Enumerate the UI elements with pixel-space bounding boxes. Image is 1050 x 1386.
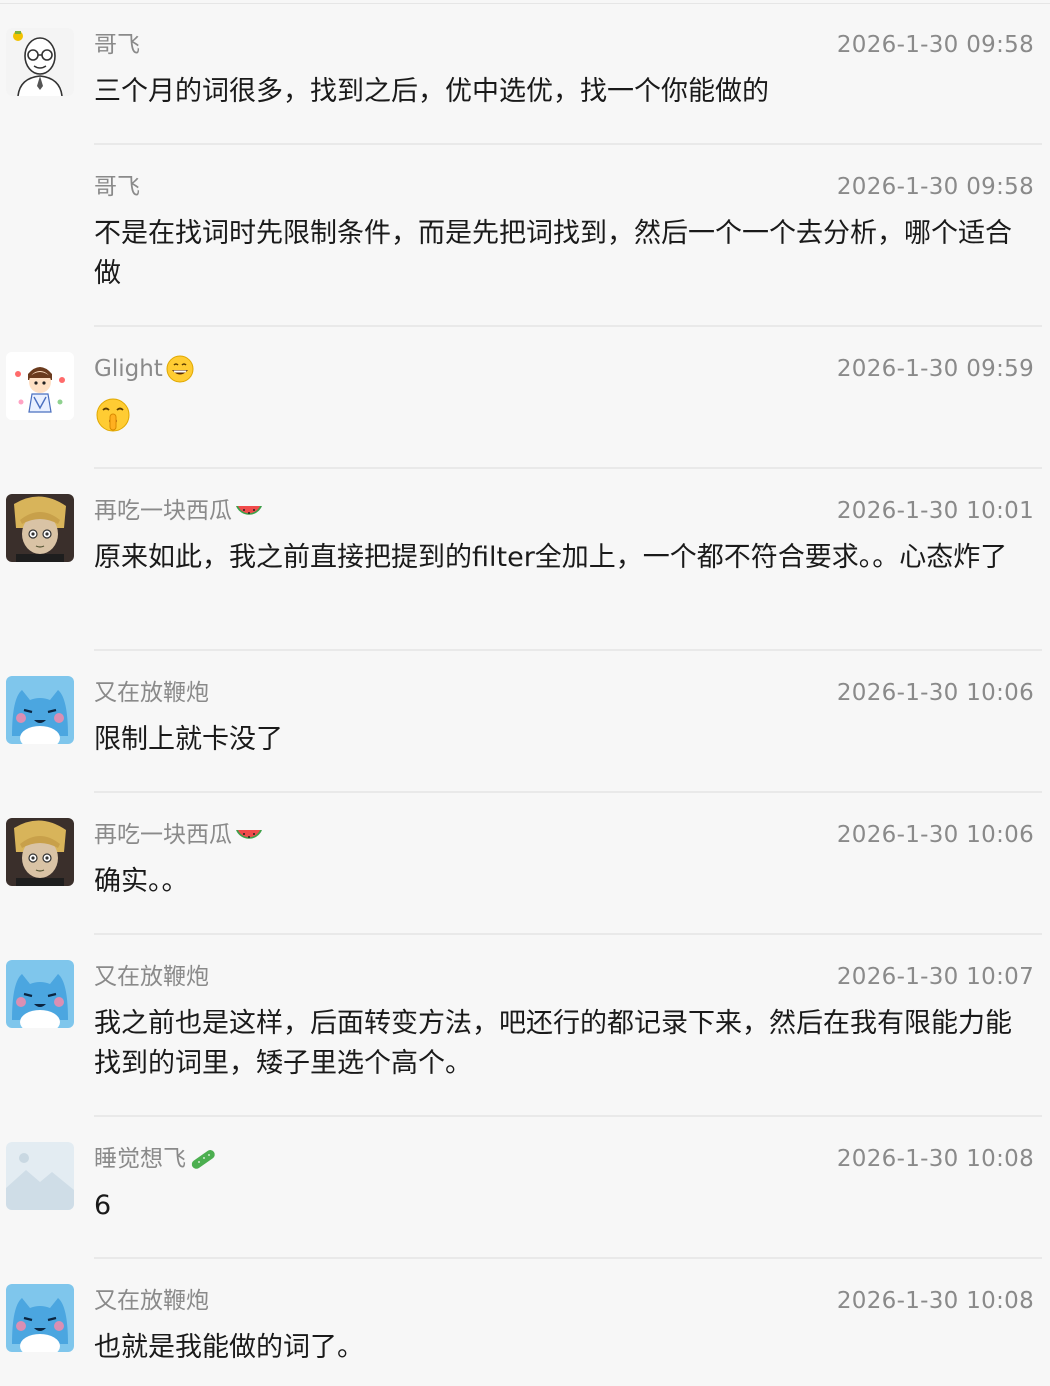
avatar[interactable] (6, 28, 74, 96)
message-divider (94, 933, 1042, 935)
message-text[interactable]: 不是在找词时先限制条件，而是先把词找到，然后一个一个去分析，哪个适合做 (94, 214, 1029, 294)
sender-name[interactable]: 睡觉想飞 (94, 1144, 218, 1174)
sender-name[interactable]: 再吃一块西瓜 (94, 820, 264, 850)
message-text[interactable]: 我之前也是这样，后面转变方法，吧还行的都记录下来，然后在我有限能力能找到的词里，… (94, 1004, 1029, 1084)
message-time: 2026-1-30 10:08 (836, 1288, 1034, 1314)
shushing-face-emoji-icon[interactable] (94, 396, 132, 434)
sender-name[interactable]: 哥飞 (94, 172, 140, 202)
message-text[interactable]: 也就是我能做的词了。 (94, 1328, 1029, 1368)
chat-message: 又在放鞭炮 2026-1-30 10:06 限制上就卡没了 (0, 676, 1050, 786)
watermelon-emoji-icon (236, 506, 262, 515)
message-text[interactable]: 确实。。 (94, 862, 1029, 902)
sender-name[interactable]: 再吃一块西瓜 (94, 496, 264, 526)
blue-cat-icon (6, 1284, 74, 1352)
message-text[interactable]: 6 (94, 1186, 1029, 1226)
blue-cat-icon (6, 676, 74, 744)
cartoon-boy-icon (6, 352, 74, 420)
anime-boy-icon (6, 494, 74, 562)
chat-message: 再吃一块西瓜 2026-1-30 10:06 确实。。 (0, 818, 1050, 928)
message-text[interactable]: 三个月的词很多，找到之后，优中选优，找一个你能做的 (94, 72, 1029, 112)
message-text[interactable]: 限制上就卡没了 (94, 720, 1029, 760)
chat-message: 哥飞 2026-1-30 09:58 三个月的词很多，找到之后，优中选优，找一个… (0, 28, 1050, 138)
message-divider (94, 325, 1042, 327)
sender-name[interactable]: 又在放鞭炮 (94, 962, 209, 992)
grinning-emoji-icon (166, 355, 194, 383)
message-divider (94, 467, 1042, 469)
message-divider (94, 791, 1042, 793)
chat-message: Glight 2026-1-30 09:59 (0, 352, 1050, 462)
message-divider (94, 1115, 1042, 1117)
message-time: 2026-1-30 09:58 (836, 32, 1034, 58)
avatar[interactable] (6, 960, 74, 1028)
chat-message: 睡觉想飞 2026-1-30 10:08 6 (0, 1142, 1050, 1252)
watermelon-emoji-icon (236, 830, 262, 839)
message-time: 2026-1-30 10:06 (836, 680, 1034, 706)
landscape-placeholder-icon (6, 1142, 74, 1210)
message-time: 2026-1-30 10:08 (836, 1146, 1034, 1172)
top-divider (0, 3, 1050, 4)
avatar[interactable] (6, 1142, 74, 1210)
message-text[interactable]: 原来如此，我之前直接把提到的filter全加上，一个都不符合要求。。心态炸了 (94, 538, 1029, 578)
chat-message: 又在放鞭炮 2026-1-30 10:07 我之前也是这样，后面转变方法，吧还行… (0, 960, 1050, 1110)
message-time: 2026-1-30 10:06 (836, 822, 1034, 848)
chat-message: 再吃一块西瓜 2026-1-30 10:01 原来如此，我之前直接把提到的fil… (0, 494, 1050, 644)
message-time: 2026-1-30 09:58 (836, 174, 1034, 200)
bald-man-glasses-icon (6, 28, 74, 96)
chat-message: 又在放鞭炮 2026-1-30 10:08 也就是我能做的词了。 (0, 1284, 1050, 1384)
blue-cat-icon (6, 960, 74, 1028)
sender-name[interactable]: Glight (94, 354, 195, 384)
cucumber-emoji-icon (191, 1150, 215, 1169)
anime-boy-icon (6, 818, 74, 886)
avatar[interactable] (6, 818, 74, 886)
sender-name[interactable]: 又在放鞭炮 (94, 678, 209, 708)
message-time: 2026-1-30 10:07 (836, 964, 1034, 990)
message-divider (94, 1257, 1042, 1259)
sender-name[interactable]: 又在放鞭炮 (94, 1286, 209, 1316)
sender-name[interactable]: 哥飞 (94, 30, 140, 60)
avatar[interactable] (6, 676, 74, 744)
avatar[interactable] (6, 494, 74, 562)
message-time: 2026-1-30 09:59 (836, 356, 1034, 382)
chat-message: 哥飞 2026-1-30 09:58 不是在找词时先限制条件，而是先把词找到，然… (0, 170, 1050, 320)
message-divider (94, 649, 1042, 651)
message-time: 2026-1-30 10:01 (836, 498, 1034, 524)
avatar[interactable] (6, 1284, 74, 1352)
message-divider (94, 143, 1042, 145)
avatar[interactable] (6, 352, 74, 420)
